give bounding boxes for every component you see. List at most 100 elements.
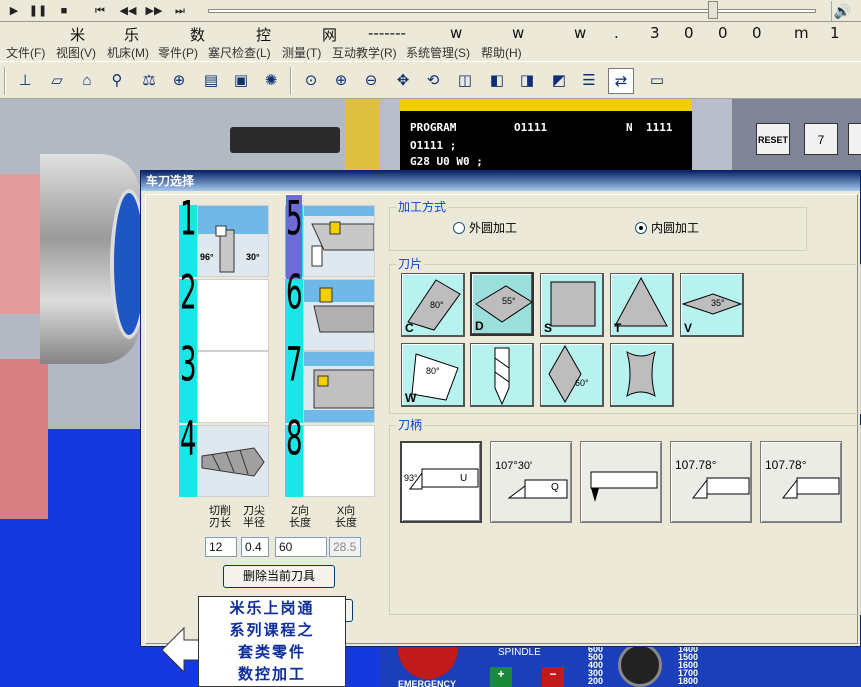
drill-icon [201, 447, 265, 477]
spindle-speed-dial[interactable] [618, 643, 662, 687]
key-partial[interactable] [848, 123, 861, 155]
site-title: 米 乐 数 控 网 ------- w w w . 3 0 0 0 m 1 [60, 24, 840, 44]
zoom-out-icon[interactable]: ⊖ [358, 68, 384, 94]
stock-icon[interactable]: ▱ [44, 68, 70, 94]
pause-icon[interactable]: ❚❚ [28, 2, 48, 20]
monitor-icon[interactable]: ▭ [644, 68, 670, 94]
title-char: 控 [256, 26, 272, 44]
insert-w[interactable]: 80° W [401, 343, 465, 407]
view-front-icon[interactable]: ◧ [484, 68, 510, 94]
tool-slot-image [197, 279, 269, 351]
skip-start-icon[interactable]: ⏮ [90, 2, 110, 20]
insert-d[interactable]: 55° D [470, 272, 534, 336]
seek-track[interactable] [208, 9, 816, 13]
volume-icon[interactable]: 🔊 [831, 1, 853, 21]
skip-end-icon[interactable]: ⏭ [170, 2, 190, 20]
light-icon[interactable]: ✺ [258, 68, 284, 94]
tool-slot-image [303, 205, 375, 277]
cut-length-field[interactable]: 12 [205, 537, 237, 557]
tool-slot-image [197, 425, 269, 497]
zoom-in-icon[interactable]: ⊕ [328, 68, 354, 94]
n-value: 1111 [646, 121, 673, 134]
seek-thumb[interactable] [708, 1, 718, 19]
stop-icon[interactable]: ■ [54, 2, 74, 20]
title-char: 米 [70, 26, 86, 44]
insert-v[interactable]: 35° V [680, 273, 744, 337]
program-line: O1111 ; [410, 139, 457, 152]
insert-c[interactable]: 80° C [401, 273, 465, 337]
rewind-icon[interactable]: ◀◀ [118, 2, 138, 20]
tool-slot-8[interactable]: 8 [285, 415, 377, 497]
tool-post-icon[interactable]: ⊥ [12, 68, 38, 94]
target-icon[interactable]: ⊕ [166, 68, 192, 94]
menu-interactive[interactable]: 互动教学(R) [332, 44, 397, 61]
menu-part[interactable]: 零件(P) [158, 44, 198, 61]
menu-feeler-check[interactable]: 塞尺检查(L) [208, 44, 271, 61]
tool-slot-4[interactable]: 4 [179, 415, 271, 497]
holder-93-u[interactable]: 93° U [400, 441, 482, 523]
tool-slot-3[interactable]: 3 [179, 341, 271, 423]
key-7[interactable]: 7 [804, 123, 838, 155]
insert-concave[interactable] [610, 343, 674, 407]
tool-slot-5[interactable]: 5 [285, 195, 377, 285]
insert-angle: 60° [575, 378, 589, 388]
angle-label: 30° [246, 252, 260, 262]
tool-setting-icon[interactable]: ⚲ [104, 68, 130, 94]
insert-group-label: 刀片 [396, 255, 425, 272]
course-promo: 米乐上岗通 系列课程之 套类零件 数控加工 [198, 596, 346, 687]
tool-slot-1[interactable]: 1 96° 30° [179, 195, 271, 277]
holder-107-q[interactable]: 107°30' Q [490, 441, 572, 523]
forward-icon[interactable]: ▶▶ [144, 2, 164, 20]
insert-angle: 35° [711, 298, 725, 308]
menu-bar: 文件(F) 视图(V) 机床(M) 零件(P) 塞尺检查(L) 测量(T) 互动… [0, 43, 861, 61]
tool-slot-7[interactable]: 7 [285, 341, 377, 423]
play-icon[interactable]: ▶ [4, 2, 24, 20]
menu-help[interactable]: 帮助(H) [481, 44, 522, 61]
pan-icon[interactable]: ✥ [390, 68, 416, 94]
caliper-icon[interactable]: ⚖ [136, 68, 162, 94]
insert-s[interactable]: S [540, 273, 604, 337]
param-header-line: 半径 [243, 517, 265, 529]
turret-edge [345, 99, 380, 179]
menu-system[interactable]: 系统管理(S) [406, 44, 470, 61]
z-length-field[interactable]: 60 [275, 537, 327, 557]
spindle-plus-button[interactable]: + [490, 667, 512, 687]
insert-t[interactable]: T [610, 273, 674, 337]
title-char: w [574, 24, 587, 42]
holder-107-78-b[interactable]: 107.78° [760, 441, 842, 523]
menu-file[interactable]: 文件(F) [6, 44, 45, 61]
inner-machining-radio[interactable]: 内圆加工 [635, 219, 699, 236]
machine-icon[interactable]: ▤ [198, 68, 224, 94]
zoom-window-icon[interactable]: ⊙ [298, 68, 324, 94]
camera-icon[interactable]: ▣ [228, 68, 254, 94]
boring-bar [230, 127, 340, 153]
program-number: O1111 [514, 121, 548, 134]
title-char: 0 [684, 24, 694, 42]
list-icon[interactable]: ☰ [576, 68, 602, 94]
menu-view[interactable]: 视图(V) [56, 44, 96, 61]
title-char: w [512, 24, 525, 42]
delete-tool-button[interactable]: 删除当前刀具 [223, 565, 335, 588]
spindle-minus-button[interactable]: − [542, 667, 564, 687]
swap-icon[interactable]: ⇄ [608, 68, 634, 94]
view-side-icon[interactable]: ◩ [546, 68, 572, 94]
outer-machining-radio[interactable]: 外圆加工 [453, 219, 517, 236]
menu-measure[interactable]: 测量(T) [282, 44, 321, 61]
view-top-icon[interactable]: ◨ [514, 68, 540, 94]
view-iso-icon[interactable]: ◫ [452, 68, 478, 94]
holder-107-78-a[interactable]: 107.78° [670, 441, 752, 523]
insert-drill[interactable] [470, 343, 534, 407]
holder-tag: Q [551, 482, 559, 493]
fixture-icon[interactable]: ⌂ [74, 68, 100, 94]
program-label: PROGRAM [410, 121, 457, 134]
menu-machine[interactable]: 机床(M) [107, 44, 149, 61]
holder-grooving[interactable] [580, 441, 662, 523]
title-char: 0 [718, 24, 728, 42]
angle-label: 96° [200, 252, 214, 262]
promo-line: 数控加工 [237, 665, 306, 683]
reset-button[interactable]: RESET [756, 123, 790, 155]
rotate-icon[interactable]: ⟲ [420, 68, 446, 94]
promo-line: 套类零件 [237, 643, 306, 661]
nose-radius-field[interactable]: 0.4 [241, 537, 269, 557]
insert-diamond-60[interactable]: 60° [540, 343, 604, 407]
